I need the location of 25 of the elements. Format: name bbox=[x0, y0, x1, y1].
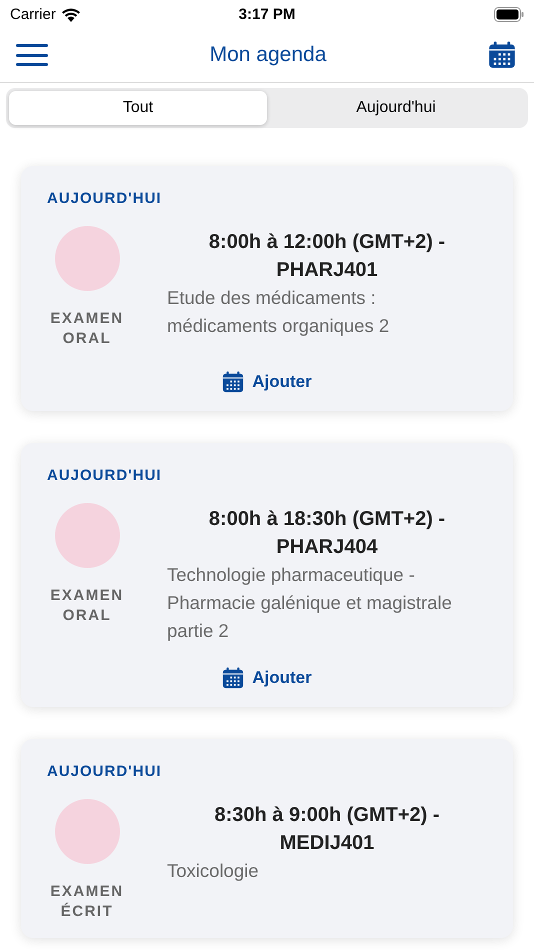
event-description: Toxicologie bbox=[167, 859, 260, 883]
battery-icon bbox=[494, 6, 524, 22]
event-day: AUJOURD'HUI bbox=[47, 763, 162, 780]
calendar-icon bbox=[222, 371, 244, 393]
event-type: EXAMEN ORAL bbox=[49, 586, 125, 626]
status-time: 3:17 PM bbox=[238, 6, 296, 22]
event-day: AUJOURD'HUI bbox=[47, 467, 162, 484]
wifi-icon bbox=[60, 6, 81, 22]
calendar-icon bbox=[222, 667, 244, 689]
event-time: 8:00h à 12:00h (GMT+2) - PHARJ401 bbox=[208, 230, 446, 283]
segment-tab[interactable]: Aujourd'hui bbox=[267, 91, 525, 125]
calendar-icon bbox=[488, 41, 516, 69]
event-type: EXAMEN ÉCRIT bbox=[49, 882, 125, 922]
screen-title: Mon agenda bbox=[210, 43, 326, 67]
add-button[interactable]: Ajouter bbox=[220, 665, 314, 691]
menu-button[interactable] bbox=[16, 44, 48, 66]
event-time: 8:30h à 9:00h (GMT+2) - MEDIJ401 bbox=[213, 803, 441, 856]
event-type: EXAMEN ORAL bbox=[49, 309, 125, 349]
event-time: 8:00h à 18:30h (GMT+2) - PHARJ404 bbox=[208, 507, 446, 560]
carrier-label: Carrier bbox=[10, 6, 56, 22]
event-description: Etude des médicaments : médicaments organiques 2 bbox=[167, 286, 390, 338]
event-description: Technologie pharmaceutique - Pharmacie galénique et magistrale partie 2 bbox=[167, 563, 453, 643]
segment-tab[interactable]: Tout bbox=[9, 91, 267, 125]
event-day: AUJOURD'HUI bbox=[47, 190, 162, 207]
add-button[interactable]: Ajouter bbox=[220, 369, 314, 395]
